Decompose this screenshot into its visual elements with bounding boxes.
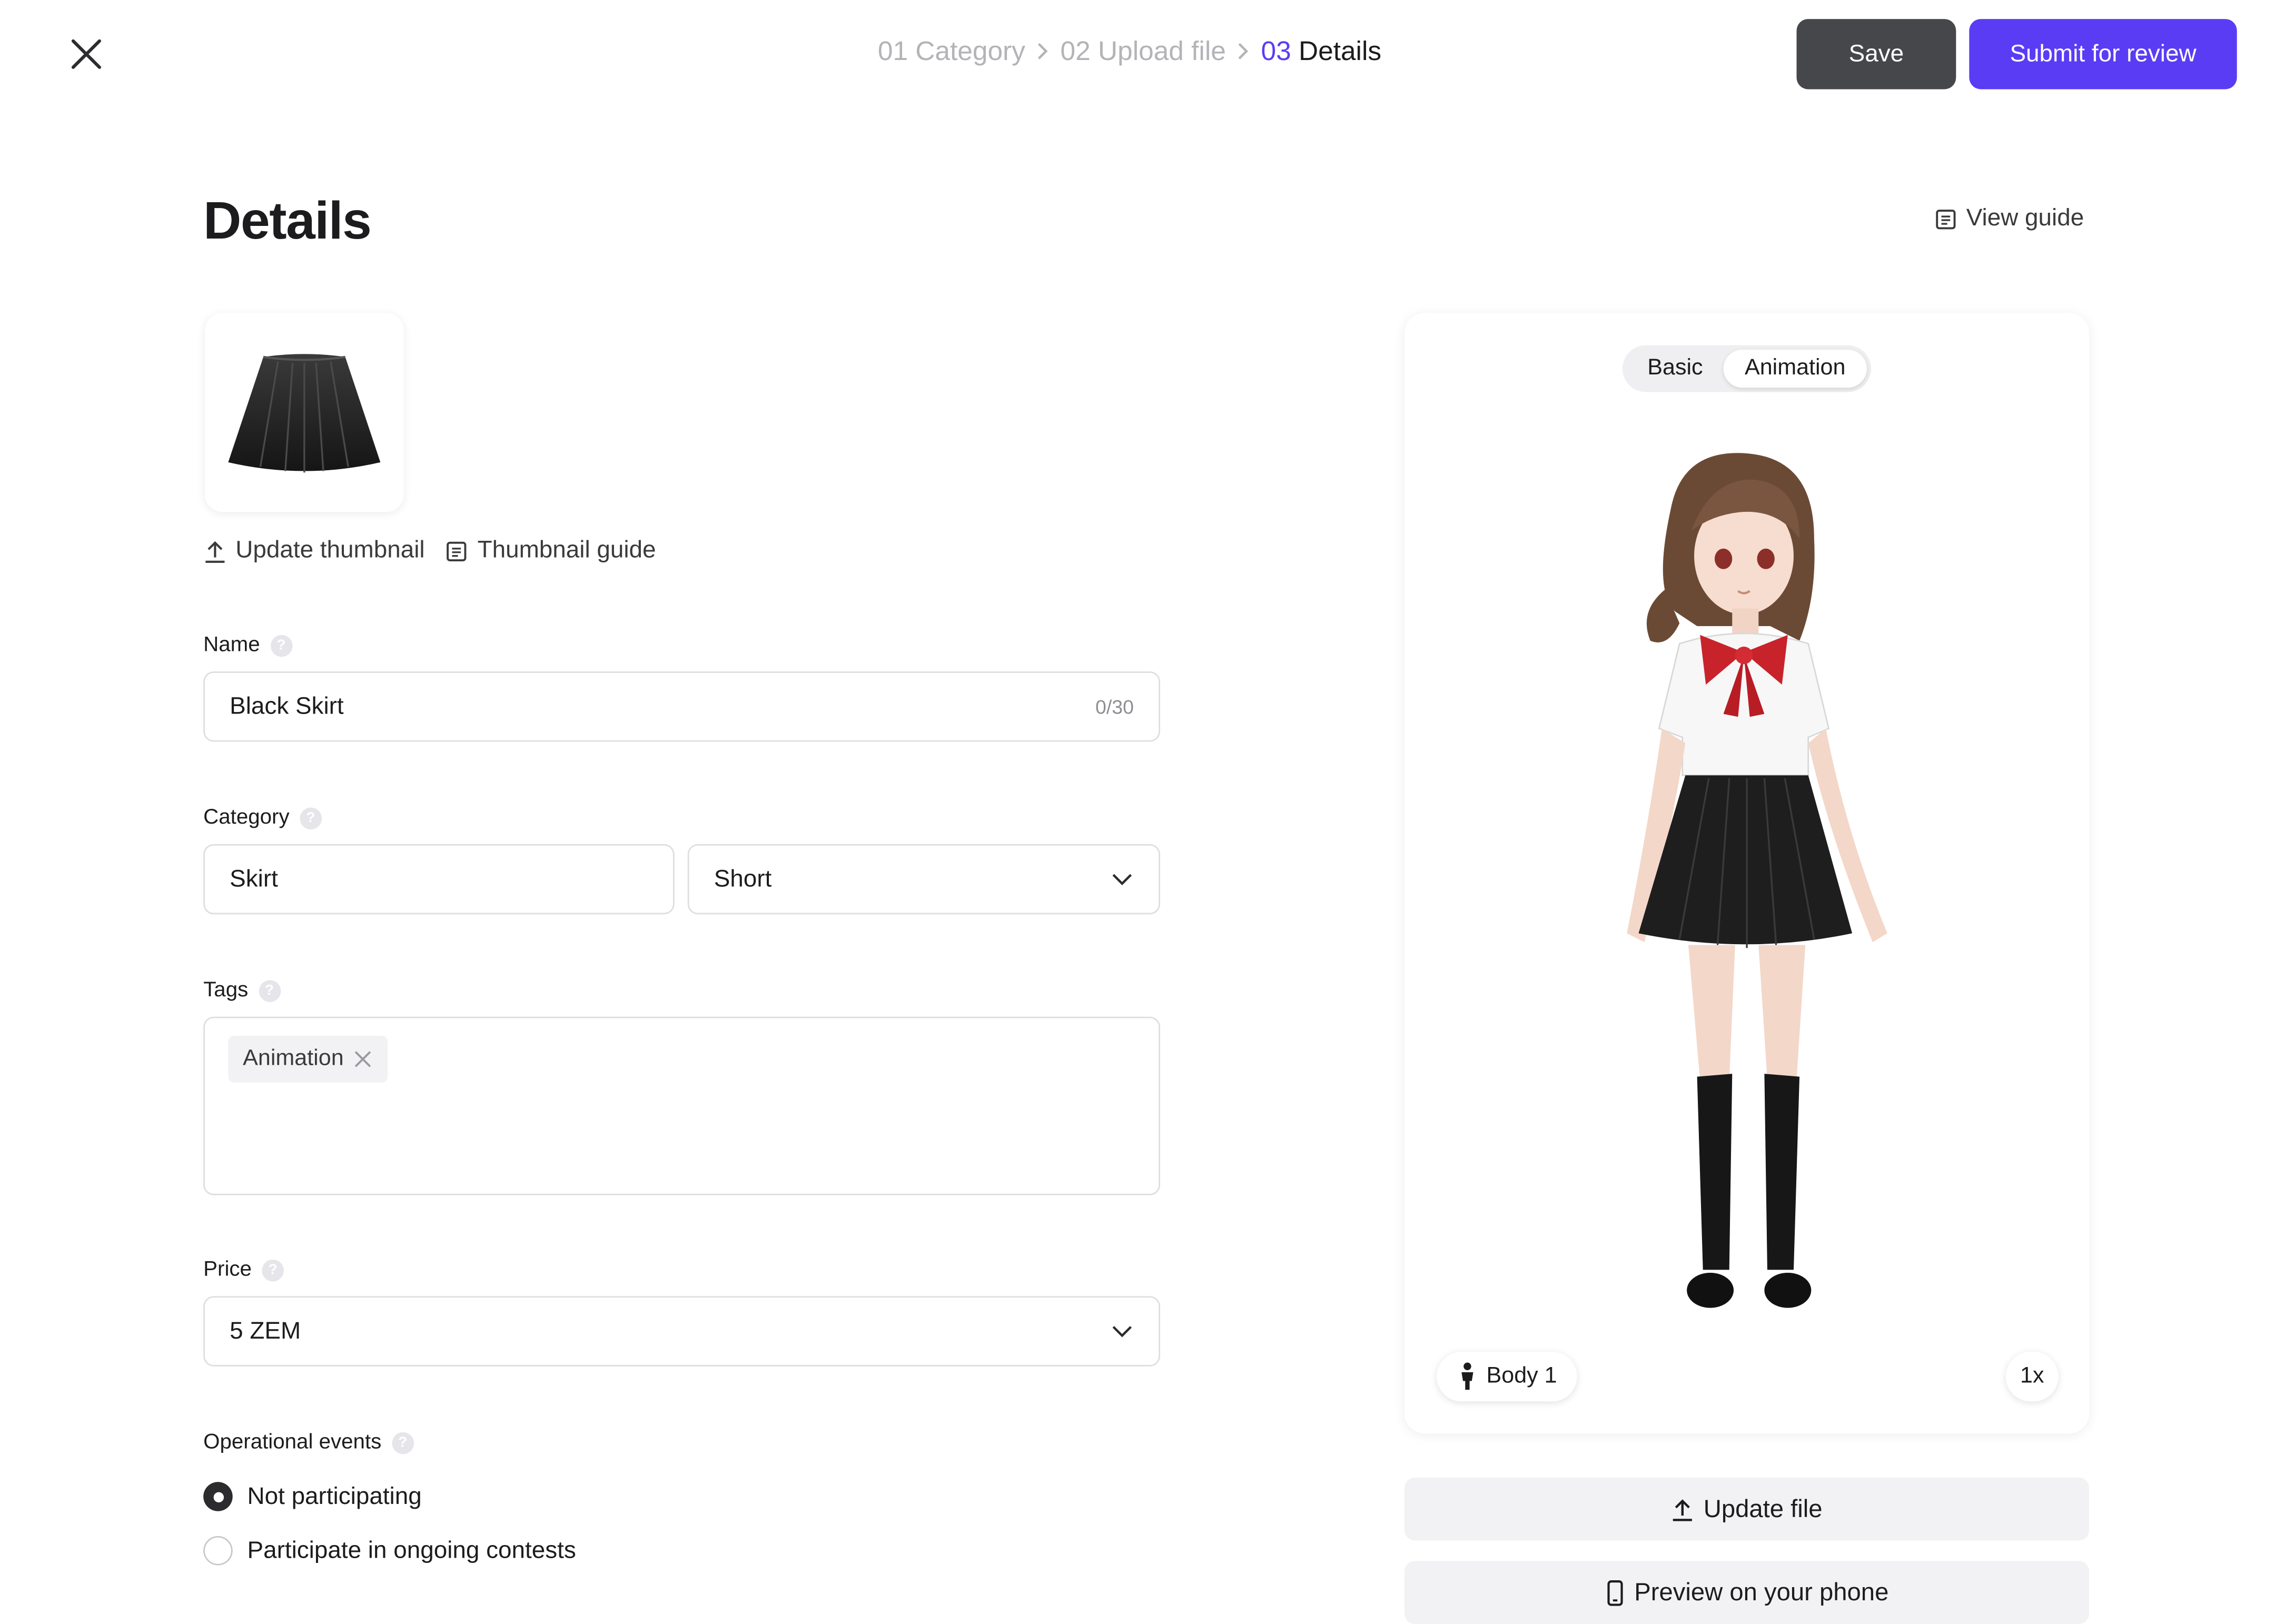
body-label: Body 1 <box>1486 1363 1557 1389</box>
app-root: 01 Category 02 Upload file 03 Details Sa… <box>0 0 2275 1624</box>
view-guide-link[interactable]: View guide <box>1934 205 2084 233</box>
price-label-text: Price <box>203 1258 252 1282</box>
name-char-counter: 0/30 <box>1095 695 1134 718</box>
events-label-text: Operational events <box>203 1430 382 1454</box>
step-number: 02 <box>1060 35 1091 66</box>
step-label: Details <box>1298 35 1382 66</box>
category-secondary-select[interactable]: Short <box>687 844 1161 915</box>
breadcrumb-step-category[interactable]: 01 Category <box>878 35 1025 67</box>
update-thumbnail-label: Update thumbnail <box>235 537 425 563</box>
avatar-model-image <box>1627 453 1887 1308</box>
category-primary-field[interactable]: Skirt <box>203 844 675 915</box>
price-label: Price ? <box>203 1258 284 1282</box>
avatar-preview-card: Basic Animation Body 1 1x <box>1404 313 2090 1434</box>
person-icon <box>1461 1362 1473 1390</box>
step-number: 01 <box>877 35 908 66</box>
submit-for-review-button[interactable]: Submit for review <box>1969 19 2237 90</box>
category-label-text: Category <box>203 806 290 830</box>
name-value: Black Skirt <box>230 692 344 719</box>
thumbnail-guide-button[interactable]: Thumbnail guide <box>445 537 656 565</box>
price-select[interactable]: 5 ZEM <box>203 1296 1161 1366</box>
preview-mode-toggle: Basic Animation <box>1622 345 1872 392</box>
phone-icon <box>1607 1579 1623 1606</box>
upload-icon <box>205 540 225 562</box>
step-label: Category <box>915 35 1025 66</box>
thumbnail-actions: Update thumbnail Thumbnail guide <box>203 537 656 565</box>
tab-basic[interactable]: Basic <box>1627 350 1723 388</box>
page-title: Details <box>203 190 372 251</box>
thumbnail-guide-label: Thumbnail guide <box>477 537 656 563</box>
chevron-right-icon <box>1035 41 1050 62</box>
radio-selected-indicator <box>203 1482 233 1511</box>
view-guide-label: View guide <box>1966 204 2084 231</box>
help-icon[interactable]: ? <box>300 807 322 829</box>
tag-chip-label: Animation <box>243 1046 344 1071</box>
breadcrumb: 01 Category 02 Upload file 03 Details <box>878 35 1381 67</box>
preview-on-phone-label: Preview on your phone <box>1634 1578 1889 1606</box>
breadcrumb-step-upload[interactable]: 02 Upload file <box>1061 35 1226 67</box>
radio-option-label: Participate in ongoing contests <box>247 1537 576 1563</box>
tags-input[interactable]: Animation <box>203 1016 1161 1195</box>
thumbnail-card[interactable] <box>204 313 404 512</box>
radio-not-participating[interactable]: Not participating <box>203 1482 422 1511</box>
radio-participate-contests[interactable]: Participate in ongoing contests <box>203 1536 576 1566</box>
help-icon[interactable]: ? <box>391 1431 414 1454</box>
save-button[interactable]: Save <box>1796 19 1956 90</box>
close-icon <box>71 39 101 69</box>
close-button[interactable] <box>64 32 108 76</box>
price-value: 5 ZEM <box>230 1317 301 1344</box>
skirt-thumbnail-image <box>228 354 381 473</box>
document-icon <box>447 541 467 561</box>
update-thumbnail-button[interactable]: Update thumbnail <box>203 537 425 565</box>
category-label: Category ? <box>203 806 322 829</box>
step-label: Upload file <box>1098 35 1226 66</box>
category-primary-value: Skirt <box>230 865 278 892</box>
update-file-button[interactable]: Update file <box>1404 1477 2090 1541</box>
help-icon[interactable]: ? <box>270 634 292 656</box>
name-label-text: Name <box>203 633 260 657</box>
tag-chip: Animation <box>228 1035 388 1083</box>
radio-option-label: Not participating <box>247 1482 422 1509</box>
help-icon[interactable]: ? <box>258 979 281 1002</box>
name-input[interactable]: Black Skirt 0/30 <box>203 671 1161 742</box>
help-icon[interactable]: ? <box>262 1259 284 1281</box>
upload-icon <box>1673 1498 1693 1521</box>
remove-tag-icon[interactable] <box>352 1049 373 1070</box>
events-label: Operational events ? <box>203 1430 414 1454</box>
tags-label-text: Tags <box>203 978 249 1002</box>
step-number: 03 <box>1261 35 1291 66</box>
body-selector[interactable]: Body 1 <box>1437 1351 1577 1402</box>
name-label: Name ? <box>203 633 292 657</box>
update-file-label: Update file <box>1703 1494 1823 1522</box>
breadcrumb-step-details: 03 Details <box>1261 35 1382 67</box>
tab-animation[interactable]: Animation <box>1723 349 1867 388</box>
preview-on-phone-button[interactable]: Preview on your phone <box>1404 1561 2090 1624</box>
chevron-right-icon <box>1236 41 1251 62</box>
playback-speed-button[interactable]: 1x <box>2005 1351 2059 1402</box>
tags-label: Tags ? <box>203 978 281 1002</box>
document-icon <box>1936 209 1956 229</box>
radio-unselected-indicator <box>203 1536 233 1566</box>
chevron-down-icon <box>1112 874 1132 886</box>
category-secondary-value: Short <box>714 865 772 892</box>
chevron-down-icon <box>1112 1326 1132 1338</box>
